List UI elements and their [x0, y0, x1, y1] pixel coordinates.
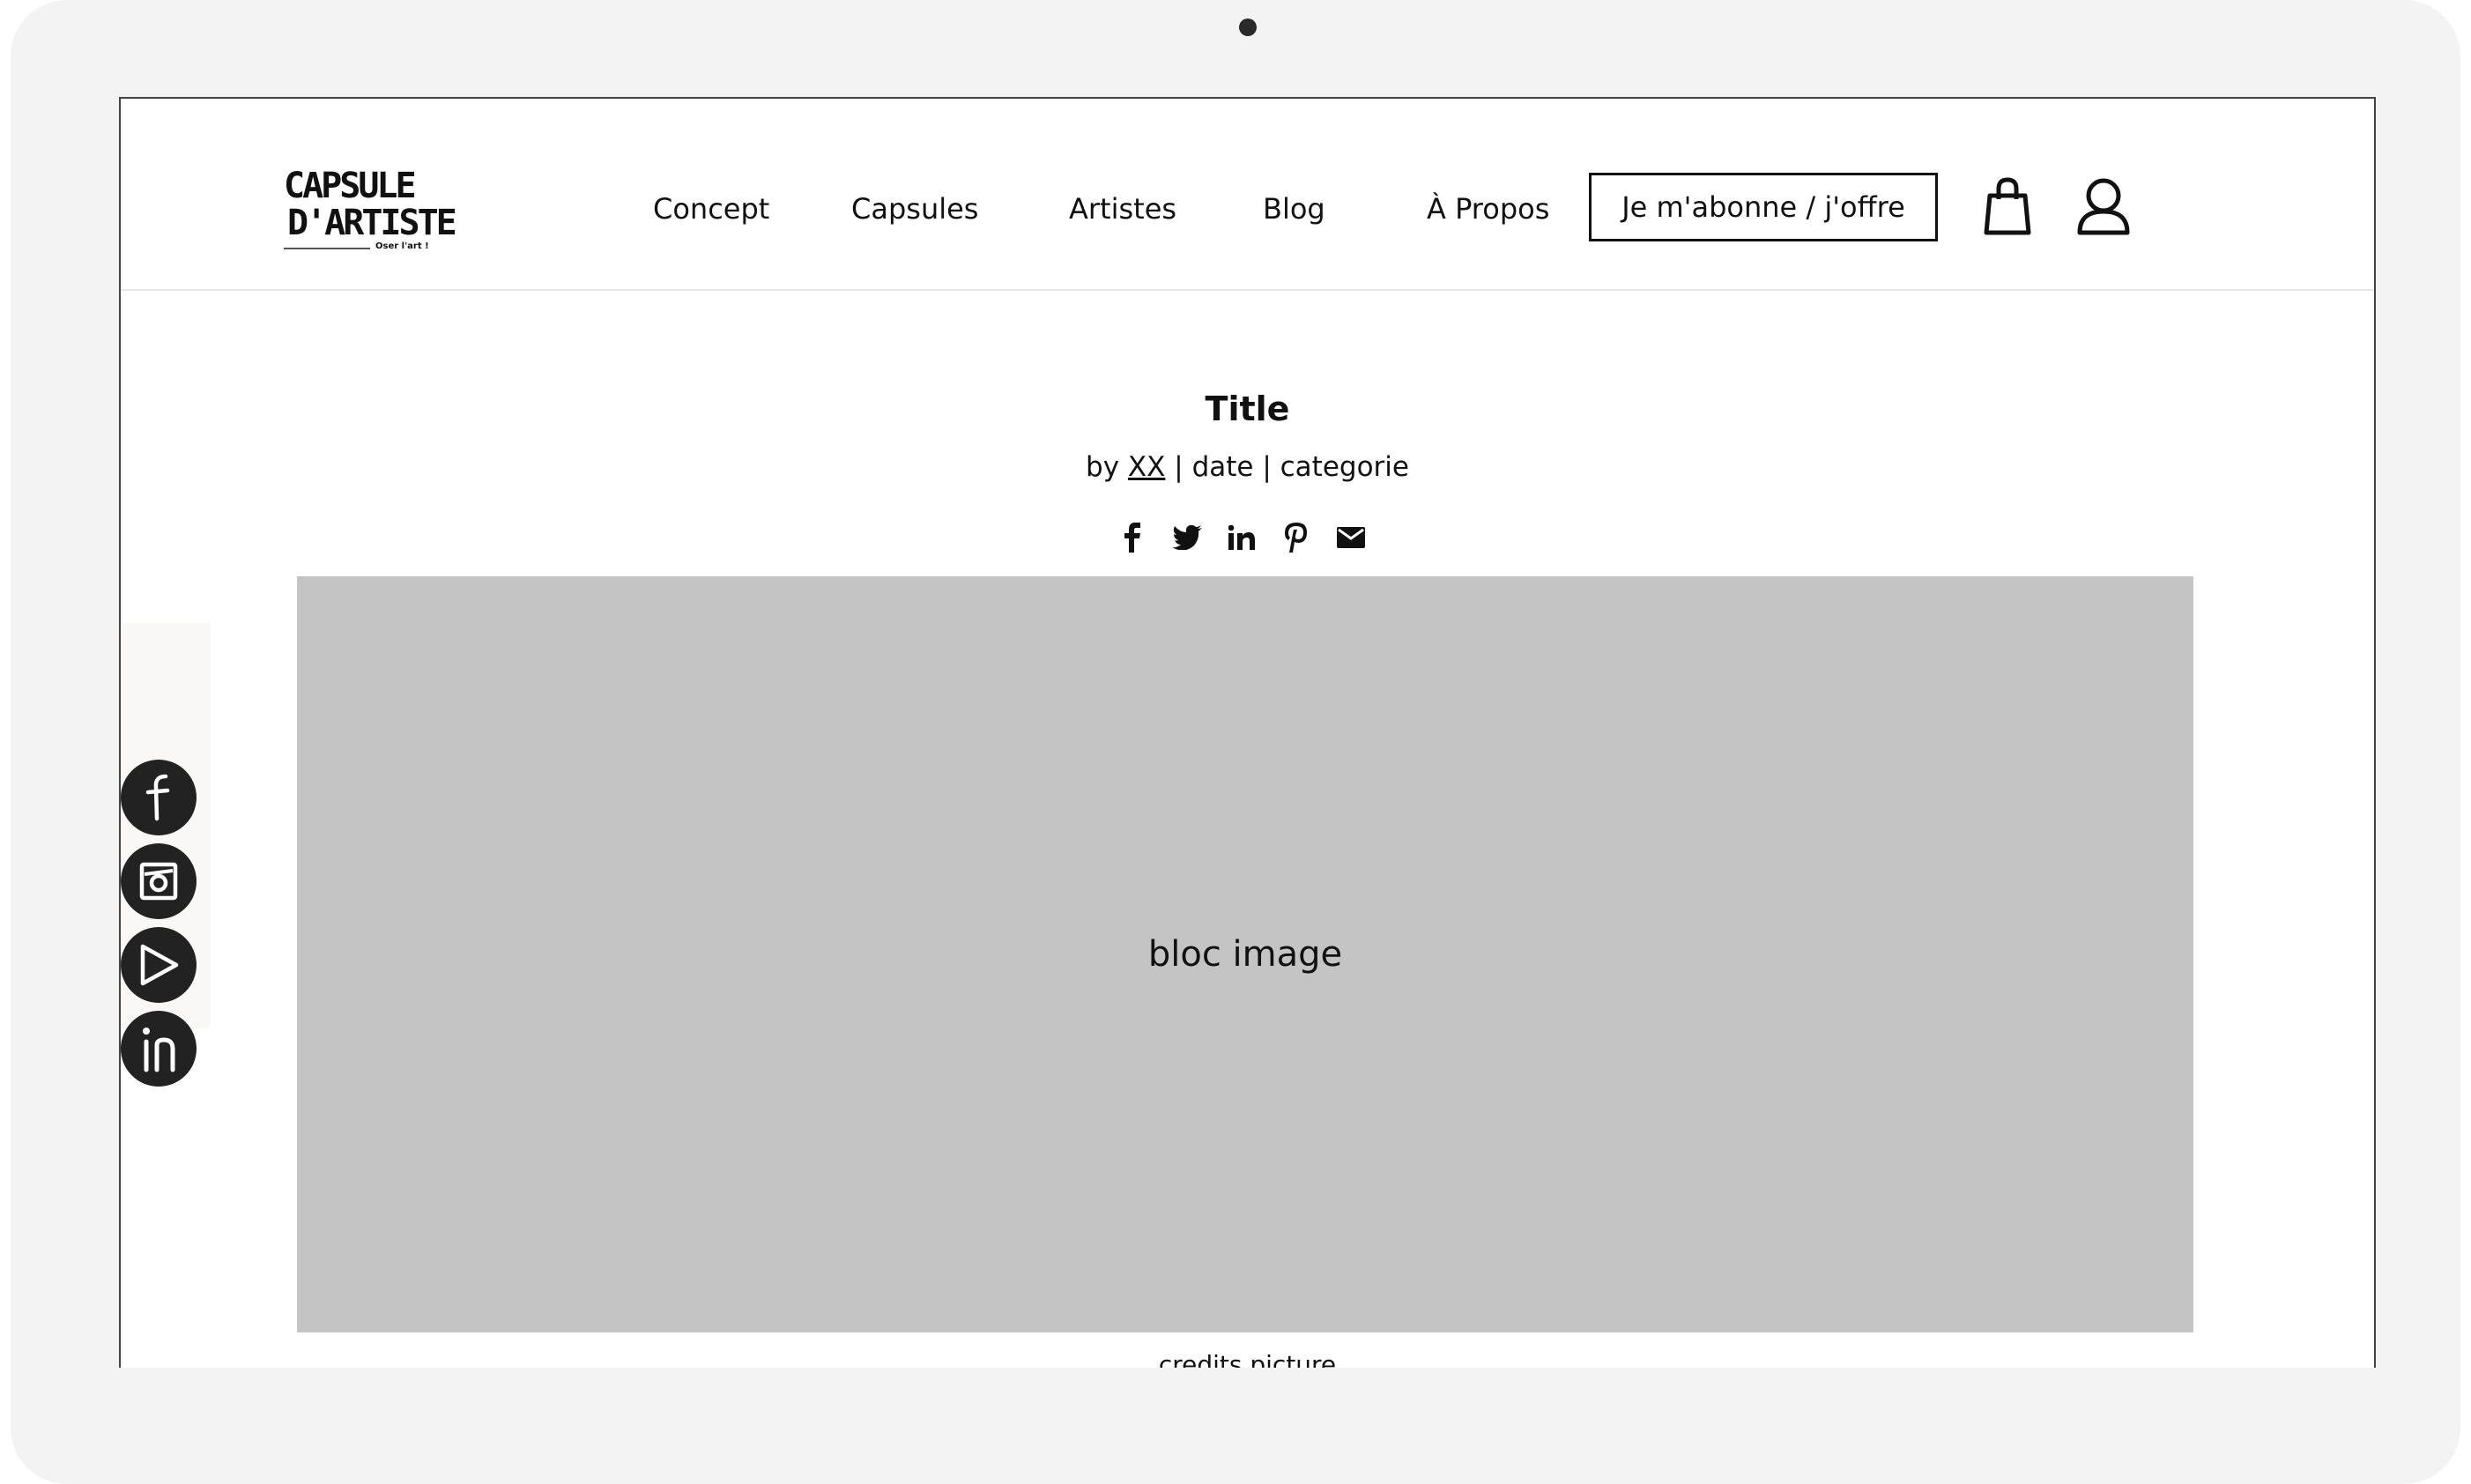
instagram-icon[interactable] — [121, 843, 197, 919]
facebook-icon[interactable] — [121, 760, 197, 835]
article-title: Title — [1205, 390, 1290, 428]
nav-item-concept[interactable]: Concept — [653, 192, 769, 226]
site-header: CAPSULE D'ARTISTE Oser l'art ! Concept C… — [121, 99, 2374, 291]
article-category[interactable]: categorie — [1280, 451, 1409, 483]
meta-separator-1: | — [1174, 451, 1184, 483]
nav-item-capsules[interactable]: Capsules — [851, 192, 978, 226]
facebook-icon[interactable] — [1117, 522, 1148, 553]
pinterest-icon[interactable] — [1280, 522, 1312, 553]
meta-separator-2: | — [1262, 451, 1272, 483]
browser-screen: CAPSULE D'ARTISTE Oser l'art ! Concept C… — [119, 97, 2376, 1368]
logo-line-1: CAPSULE — [284, 166, 417, 206]
nav-item-blog[interactable]: Blog — [1263, 192, 1325, 226]
image-placeholder: bloc image — [297, 576, 2193, 1332]
site-logo[interactable]: CAPSULE D'ARTISTE Oser l'art ! — [284, 166, 457, 263]
logo-underline — [284, 248, 370, 249]
user-account-icon[interactable] — [2075, 176, 2132, 236]
device-frame: CAPSULE D'ARTISTE Oser l'art ! Concept C… — [11, 0, 2460, 1484]
twitter-icon[interactable] — [1171, 522, 1203, 553]
image-placeholder-label: bloc image — [1147, 934, 1343, 975]
camera-dot — [1239, 19, 1257, 36]
subscribe-button[interactable]: Je m'abonne / j'offre — [1589, 173, 1938, 241]
author-link[interactable]: XX — [1128, 451, 1165, 483]
shopping-bag-icon[interactable] — [1981, 176, 2034, 236]
logo-tagline: Oser l'art ! — [375, 241, 429, 251]
image-credits: credits picture — [1158, 1350, 1337, 1368]
nav-item-a-propos[interactable]: À Propos — [1427, 192, 1549, 226]
nav-item-artistes[interactable]: Artistes — [1069, 192, 1176, 226]
article-date: date — [1191, 451, 1254, 483]
article-meta: by XX | date | categorie — [121, 451, 2374, 483]
linkedin-icon[interactable] — [121, 1011, 197, 1087]
linkedin-icon[interactable] — [1226, 522, 1258, 553]
email-icon[interactable] — [1335, 522, 1367, 553]
meta-by: by — [1086, 451, 1120, 483]
share-bar — [1117, 520, 1367, 555]
play-icon[interactable] — [121, 927, 197, 1003]
floating-social-bar — [121, 623, 211, 1087]
logo-line-2: D'ARTISTE — [287, 203, 457, 243]
